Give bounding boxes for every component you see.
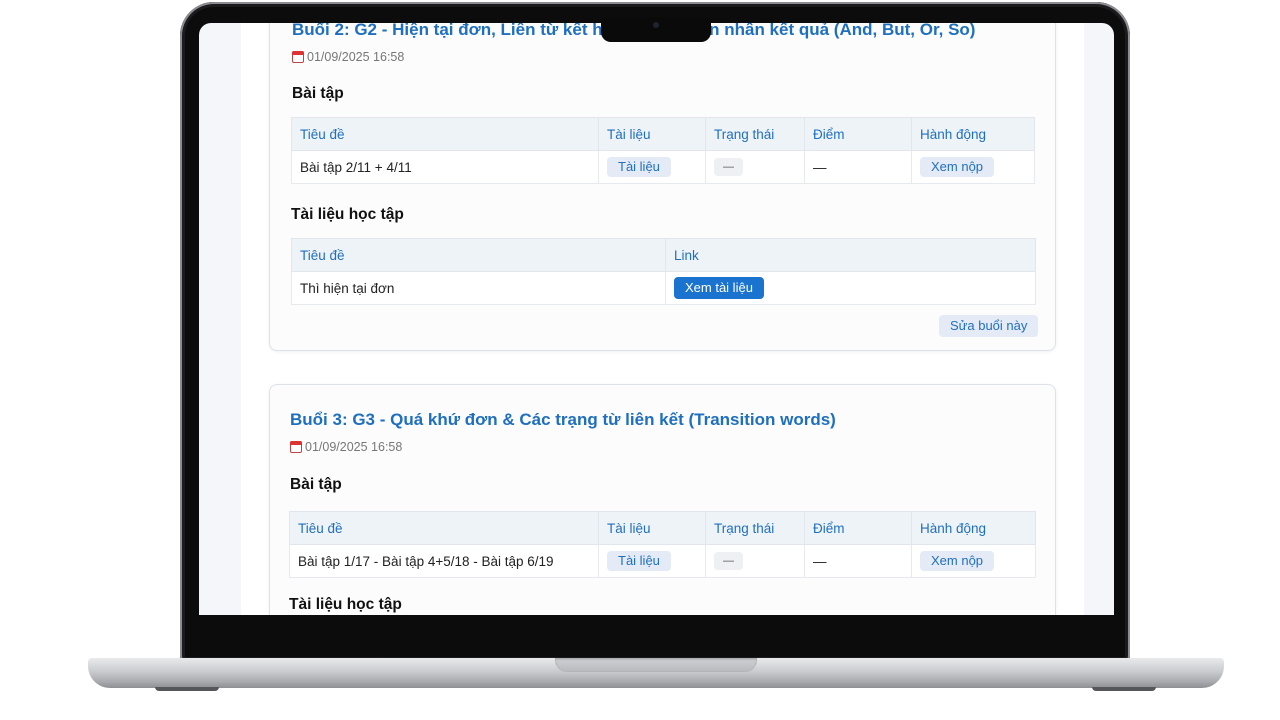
edit-session-button[interactable]: Sửa buổi này [939,315,1039,337]
col-title: Tiêu đề [289,511,599,545]
col-title: Tiêu đề [291,238,666,272]
col-status: Trạng thái [705,511,805,545]
col-title: Tiêu đề [291,117,599,151]
col-score: Điểm [804,511,912,545]
view-submissions-button[interactable]: Xem nộp [920,551,995,571]
view-material-button[interactable]: Xem tài liệu [674,277,764,299]
col-action: Hành động [911,117,1035,151]
page-content: Buổi 2: G2 - Hiện tại đơn, Liên từ kết h… [241,23,1084,615]
score-cell: — [804,150,912,184]
table-header-row: Tiêu đề Tài liệu Trạng thái Điểm Hành độ… [289,511,1036,545]
camera-notch [601,18,711,42]
assignments-table: Tiêu đề Tài liệu Trạng thái Điểm Hành độ… [291,117,1035,184]
col-docs: Tài liệu [598,117,706,151]
link-cell: Xem tài liệu [665,271,1036,305]
score-cell: — [804,544,912,578]
session-date-text: 01/09/2025 16:58 [307,50,405,64]
screen: Buổi 2: G2 - Hiện tại đơn, Liên từ kết h… [199,23,1114,615]
session-title[interactable]: Buổi 3: G3 - Quá khứ đơn & Các trạng từ … [290,410,836,430]
docs-cell: Tài liệu [598,544,706,578]
col-link: Link [665,238,1036,272]
status-badge: — [714,552,743,570]
session-card-3: Buổi 3: G3 - Quá khứ đơn & Các trạng từ … [269,384,1056,615]
assignments-table: Tiêu đề Tài liệu Trạng thái Điểm Hành độ… [289,511,1036,578]
assignment-title: Bài tập 1/17 - Bài tập 4+5/18 - Bài tập … [289,544,599,578]
session-date: 01/09/2025 16:58 [292,50,404,64]
docs-button[interactable]: Tài liệu [607,551,671,571]
assignment-title: Bài tập 2/11 + 4/11 [291,150,599,184]
laptop-base-notch [555,658,757,672]
action-cell: Xem nộp [911,544,1036,578]
table-row: Bài tập 2/11 + 4/11 Tài liệu — — Xem nộp [291,150,1035,184]
laptop-foot-left [155,687,219,691]
status-badge: — [714,158,743,176]
session-card-2: Buổi 2: G2 - Hiện tại đơn, Liên từ kết h… [269,23,1056,351]
view-submissions-button[interactable]: Xem nộp [920,157,995,177]
table-header-row: Tiêu đề Tài liệu Trạng thái Điểm Hành độ… [291,117,1035,151]
col-score: Điểm [804,117,912,151]
docs-button[interactable]: Tài liệu [607,157,671,177]
assignments-heading: Bài tập [290,476,342,493]
material-title: Thì hiện tại đơn [291,271,666,305]
materials-table: Tiêu đề Link Thì hiện tại đơn Xem tài li… [291,238,1036,305]
col-status: Trạng thái [705,117,805,151]
docs-cell: Tài liệu [598,150,706,184]
laptop-foot-right [1092,687,1156,691]
table-row: Bài tập 1/17 - Bài tập 4+5/18 - Bài tập … [289,544,1036,578]
materials-heading: Tài liệu học tập [291,206,404,223]
calendar-icon [290,441,302,453]
assignments-heading: Bài tập [292,85,344,102]
materials-heading: Tài liệu học tập [289,596,402,613]
action-cell: Xem nộp [911,150,1035,184]
table-row: Thì hiện tại đơn Xem tài liệu [291,271,1036,305]
status-cell: — [705,150,805,184]
session-date-text: 01/09/2025 16:58 [305,440,403,454]
calendar-icon [292,51,304,63]
col-docs: Tài liệu [598,511,706,545]
col-action: Hành động [911,511,1036,545]
table-header-row: Tiêu đề Link [291,238,1036,272]
camera-icon [653,22,659,28]
status-cell: — [705,544,805,578]
session-date: 01/09/2025 16:58 [290,440,402,454]
